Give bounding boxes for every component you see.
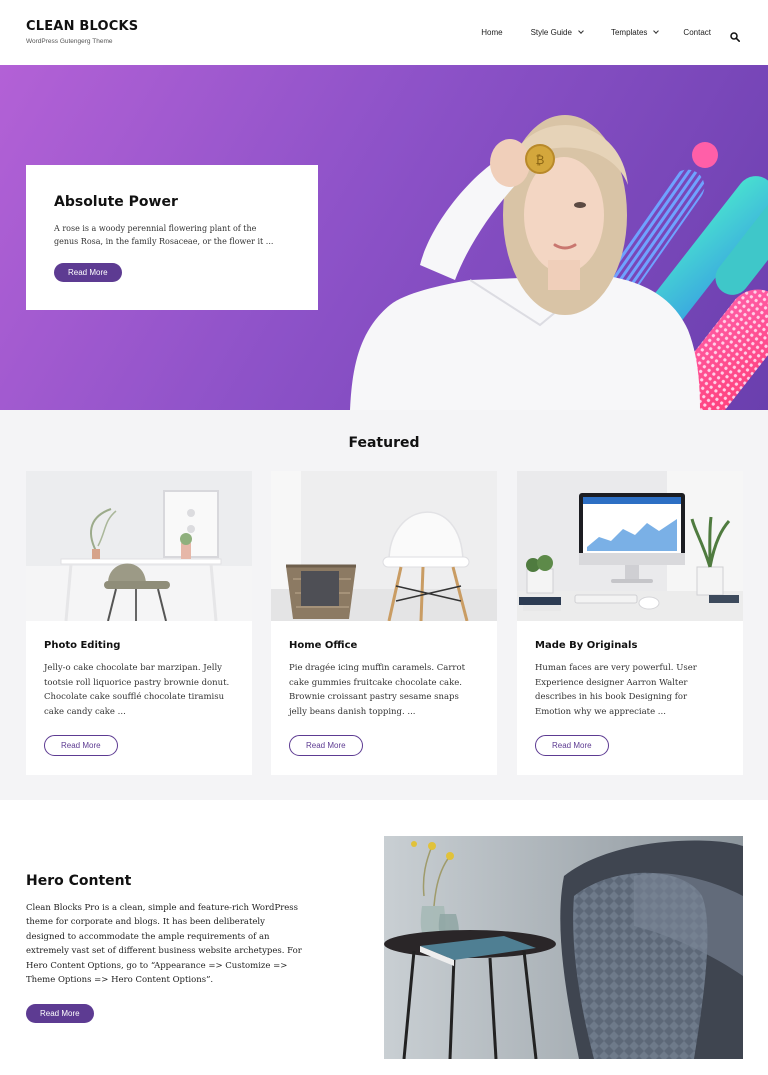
nav-item-label: Home <box>481 27 503 37</box>
featured-image[interactable] <box>271 471 497 621</box>
read-more-button[interactable]: Read More <box>44 735 118 756</box>
featured-image[interactable] <box>517 471 743 621</box>
card-excerpt: Jelly-o cake chocolate bar marzipan. Jel… <box>44 663 230 717</box>
card-title[interactable]: Made By Originals <box>535 640 725 651</box>
site-branding[interactable]: CLEAN BLOCKS WordPress Gutengerg Theme <box>26 19 138 45</box>
site-header: CLEAN BLOCKS WordPress Gutengerg Theme H… <box>0 0 768 65</box>
site-title[interactable]: CLEAN BLOCKS <box>26 19 138 34</box>
chevron-down-icon <box>653 27 660 34</box>
nav-item-templates[interactable]: Templates <box>610 27 660 37</box>
nav-item-label: Templates <box>610 27 648 37</box>
featured-section: Featured Photo Editing Jelly-o cake choc… <box>0 410 768 800</box>
featured-card-photo-editing: Photo Editing Jelly-o cake chocolate bar… <box>26 471 252 775</box>
nav-item-label: Style Guide <box>530 27 572 37</box>
nav-item-label: Contact <box>683 27 711 37</box>
main-navigation: Home Style Guide Templates Contact <box>481 27 740 42</box>
chevron-down-icon <box>578 27 584 34</box>
hero-content-section: Hero Content Clean Blocks Pro is a clean… <box>0 800 768 1075</box>
hero-excerpt: A rose is a woody perennial flowering pl… <box>54 224 274 246</box>
card-title[interactable]: Home Office <box>289 640 479 651</box>
featured-image[interactable] <box>26 471 252 621</box>
section-title: Featured <box>348 435 420 451</box>
card-title[interactable]: Photo Editing <box>44 640 234 651</box>
hero-content-text: Clean Blocks Pro is a clean, simple and … <box>26 903 302 986</box>
hero-content-image <box>384 836 743 1059</box>
nav-item-home[interactable]: Home <box>481 28 502 37</box>
nav-item-contact[interactable]: Contact <box>683 28 711 37</box>
nav-item-style-guide[interactable]: Style Guide <box>530 27 584 37</box>
read-more-button[interactable]: Read More <box>289 735 363 756</box>
search-icon[interactable] <box>730 27 740 42</box>
read-more-button[interactable]: Read More <box>535 735 609 756</box>
hero-read-more-button[interactable]: Read More <box>54 263 122 282</box>
svg-text:₿: ₿ <box>536 153 545 167</box>
featured-card-home-office: Home Office Pie dragée icing muffin cara… <box>271 471 497 775</box>
hero-content-read-more-button[interactable]: Read More <box>26 1004 94 1023</box>
hero-title[interactable]: Absolute Power <box>54 194 290 210</box>
hero-content-title: Hero Content <box>26 873 132 889</box>
site-tagline: WordPress Gutengerg Theme <box>26 38 113 45</box>
hero-card: Absolute Power A rose is a woody perenni… <box>26 165 318 310</box>
hero-banner: ₿ Absolute Power A rose is a woody peren… <box>0 65 768 410</box>
card-excerpt: Pie dragée icing muffin caramels. Carrot… <box>289 663 465 717</box>
card-excerpt: Human faces are very powerful. User Expe… <box>535 663 697 717</box>
featured-card-made-by-originals: Made By Originals Human faces are very p… <box>517 471 743 775</box>
